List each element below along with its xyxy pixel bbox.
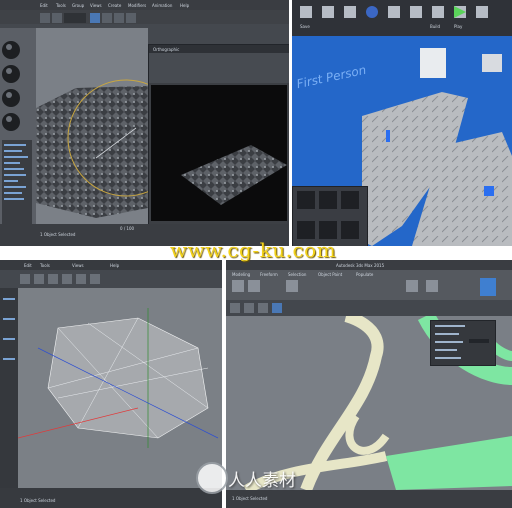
menu-edit[interactable]: Edit bbox=[40, 3, 48, 8]
perspective-viewport[interactable] bbox=[36, 28, 185, 224]
ribbon: Modeling Freeform Selection Object Paint… bbox=[226, 270, 512, 300]
ribbon-tab-object-paint[interactable]: Object Paint bbox=[318, 272, 342, 277]
main-toolbar bbox=[0, 270, 222, 288]
menu-edit[interactable]: Edit bbox=[24, 263, 32, 268]
ribbon-tab-selection[interactable]: Selection bbox=[288, 272, 306, 277]
menu-tools[interactable]: Tools bbox=[56, 3, 66, 8]
menu-group[interactable]: Group bbox=[72, 3, 84, 8]
viewport-label: Orthographic bbox=[153, 47, 180, 52]
main-toolbar bbox=[226, 300, 512, 316]
menu-help[interactable]: Help bbox=[110, 263, 119, 268]
watermark-logo bbox=[196, 462, 228, 494]
ortho-view[interactable] bbox=[151, 85, 287, 221]
menu-tools[interactable]: Tools bbox=[40, 263, 50, 268]
panel-3dsmax-bottom-left: Edit Tools Views Help 1 Object Selected bbox=[0, 260, 222, 508]
side-panel-icons bbox=[3, 298, 15, 360]
window-titlebar[interactable]: Orthographic bbox=[149, 45, 289, 53]
menu-create[interactable]: Create bbox=[108, 3, 121, 8]
ue-content-panel[interactable] bbox=[292, 186, 368, 246]
main-toolbar bbox=[0, 10, 289, 24]
status-text: 1 Object Selected bbox=[232, 496, 268, 501]
frame-counter: 0 / 100 bbox=[120, 226, 135, 231]
ue-build-label[interactable]: Build bbox=[430, 24, 440, 29]
ue-toolbar-icons[interactable] bbox=[292, 0, 512, 36]
material-editor-window[interactable] bbox=[0, 28, 37, 242]
menu-help[interactable]: Help bbox=[180, 3, 189, 8]
orthographic-viewport-window[interactable]: Orthographic bbox=[148, 44, 289, 226]
terrain-mesh bbox=[36, 79, 185, 218]
toolbar-icons[interactable] bbox=[226, 300, 512, 316]
watermark-chinese: 人人素材 bbox=[228, 471, 296, 491]
panel-unreal-top-right: Save Build Play First Person bbox=[292, 0, 512, 246]
menu-animation[interactable]: Animation bbox=[152, 3, 172, 8]
perspective-viewport[interactable] bbox=[17, 288, 222, 488]
ue-save-label[interactable]: Save bbox=[300, 24, 310, 29]
status-bar: 1 Object Selected bbox=[226, 490, 512, 508]
ue-toolbar: Save Build Play bbox=[292, 0, 512, 37]
menu-views[interactable]: Views bbox=[90, 3, 102, 8]
menu-modifiers[interactable]: Modifiers bbox=[128, 3, 146, 8]
ribbon-tab-freeform[interactable]: Freeform bbox=[260, 272, 278, 277]
menu-views[interactable]: Views bbox=[72, 263, 84, 268]
status-bar: 1 Object Selected bbox=[0, 488, 222, 508]
side-panel[interactable] bbox=[0, 288, 18, 488]
ortho-terrain bbox=[181, 145, 287, 205]
popup-items[interactable] bbox=[431, 321, 495, 365]
panel-3dsmax-top-left: Edit Tools Group Views Create Modifiers … bbox=[0, 0, 289, 246]
status-text: 1 Object Selected bbox=[20, 498, 56, 503]
ribbon-tab-populate[interactable]: Populate bbox=[356, 272, 373, 277]
material-spheres[interactable] bbox=[0, 28, 36, 242]
wireframe-rock bbox=[17, 308, 219, 448]
watermark-url: www.cg-ku.com bbox=[170, 238, 337, 262]
edit-poly-popup[interactable] bbox=[430, 320, 496, 366]
window-toolbar[interactable] bbox=[149, 53, 289, 83]
ue-play-label[interactable]: Play bbox=[454, 24, 462, 29]
toolbar-icons[interactable] bbox=[0, 270, 222, 288]
app-title: Autodesk 3ds Max 2015 bbox=[336, 263, 385, 268]
ribbon-tab-modeling[interactable]: Modeling bbox=[232, 272, 250, 277]
toolbar-icons[interactable] bbox=[0, 11, 289, 25]
status-text: 1 Object Selected bbox=[40, 232, 76, 237]
